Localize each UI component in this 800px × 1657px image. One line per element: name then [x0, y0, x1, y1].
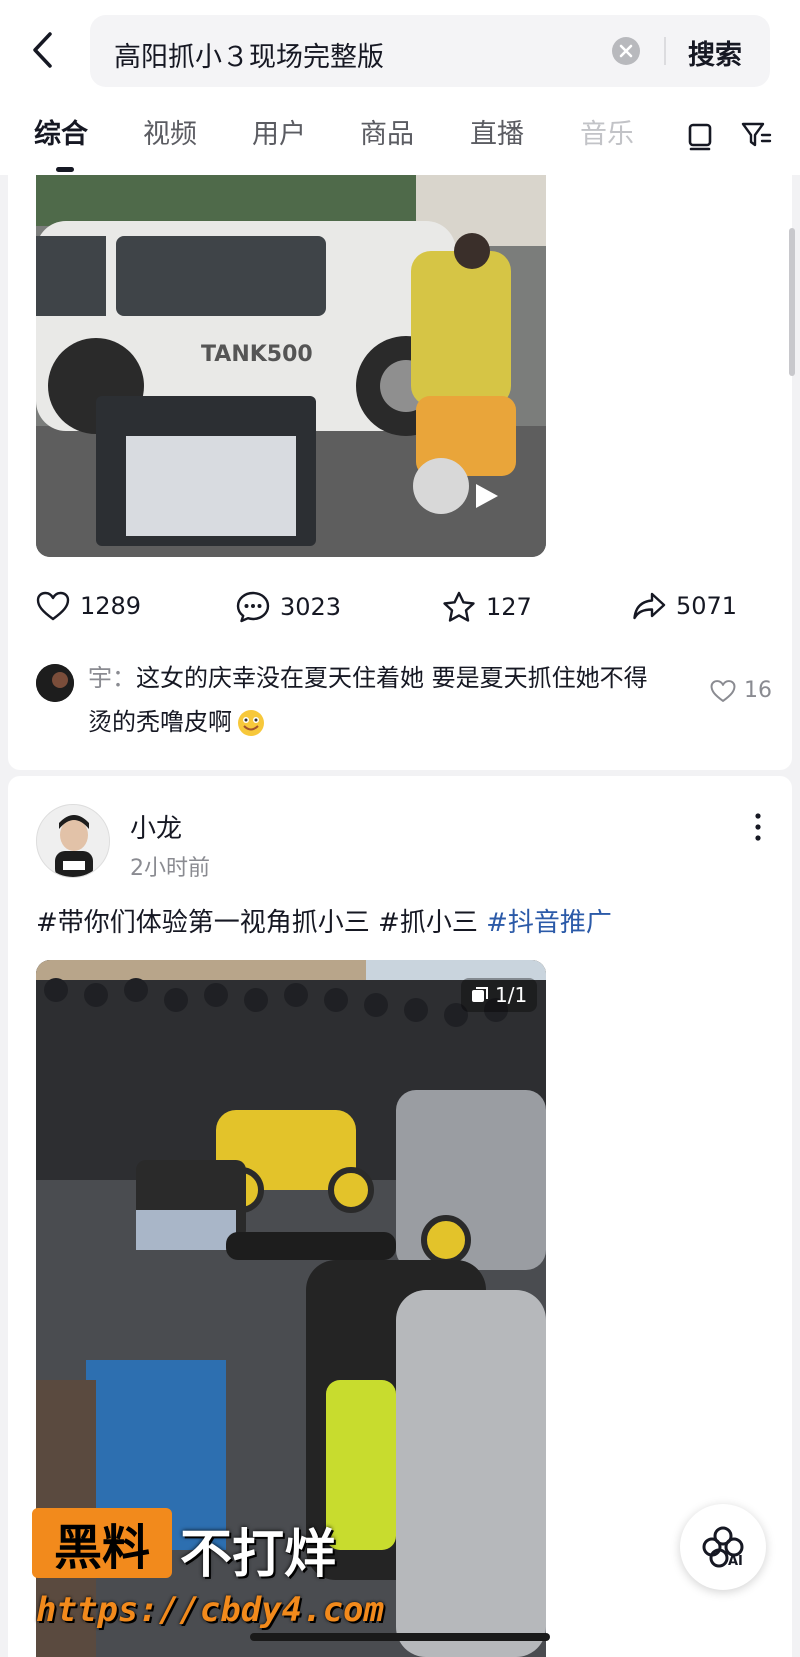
- tab-users[interactable]: 用户: [252, 112, 306, 151]
- back-button[interactable]: [22, 28, 62, 72]
- favorite-button[interactable]: 127: [442, 591, 532, 623]
- comment-bubble-icon: [236, 591, 270, 623]
- active-tab-indicator: [56, 167, 74, 172]
- top-comment[interactable]: 宇：这女的庆幸没在夏天住着她 要是夏天抓住她不得烫的秃噜皮啊 16: [36, 654, 776, 744]
- comment-content: 这女的庆幸没在夏天住着她 要是夏天抓住她不得烫的秃噜皮啊: [88, 664, 648, 736]
- filter-button[interactable]: [740, 118, 772, 152]
- search-button[interactable]: 搜索: [688, 33, 742, 72]
- heart-icon: [710, 679, 736, 702]
- search-divider: [664, 37, 666, 65]
- tab-products[interactable]: 商品: [360, 112, 414, 151]
- clear-search-button[interactable]: [612, 37, 640, 65]
- search-header: 高阳抓小３现场完整版 搜索 综合 视频 用户 商品 直播 音乐: [0, 0, 800, 175]
- category-tabs: 综合 视频 用户 商品 直播 音乐: [0, 112, 800, 162]
- ai-flower-icon: AI: [702, 1526, 744, 1569]
- comment-count: 3023: [280, 593, 342, 621]
- watermark-badge: 黑料: [32, 1508, 172, 1578]
- watermark-url: https://cbdy4.com: [36, 1590, 384, 1630]
- author-avatar[interactable]: [36, 804, 110, 878]
- watermark: 黑料 不打烊 https://cbdy4.com: [32, 1508, 432, 1648]
- scrollbar[interactable]: [789, 228, 795, 376]
- promo-hashtag-link[interactable]: #抖音推广: [486, 908, 612, 938]
- comment-like-button[interactable]: 16: [710, 678, 772, 703]
- more-vertical-icon: [755, 813, 761, 841]
- search-input[interactable]: 高阳抓小３现场完整版: [114, 35, 384, 74]
- heart-icon: [36, 591, 70, 621]
- author-name[interactable]: 小龙: [130, 808, 182, 845]
- grin-emoji-icon: [238, 710, 264, 736]
- tab-video[interactable]: 视频: [143, 112, 197, 151]
- tab-music[interactable]: 音乐: [580, 112, 634, 151]
- share-button[interactable]: 5071: [632, 591, 737, 621]
- comment-button[interactable]: 3023: [236, 591, 341, 623]
- watermark-title: 不打烊: [180, 1525, 337, 1585]
- avatar-image: [36, 664, 74, 702]
- post-card: TANK500 1289 3023 127 5071 宇：这女的庆幸没在夏天住着…: [8, 166, 792, 770]
- filter-icon: [741, 122, 772, 147]
- like-button[interactable]: 1289: [36, 591, 141, 621]
- tab-live[interactable]: 直播: [470, 112, 524, 151]
- favorite-count: 127: [486, 593, 532, 621]
- tab-overall[interactable]: 综合: [34, 112, 88, 151]
- commenter-name: 宇：: [88, 664, 136, 692]
- post-image[interactable]: TANK500: [36, 166, 546, 557]
- street-scene-illustration: TANK500: [36, 166, 546, 557]
- search-box[interactable]: 高阳抓小３现场完整版 搜索: [90, 15, 770, 87]
- post-time: 2小时前: [130, 856, 210, 881]
- layout-toggle-button[interactable]: [684, 118, 716, 152]
- share-count: 5071: [676, 592, 738, 620]
- chevron-left-icon: [33, 32, 52, 68]
- ai-assistant-button[interactable]: AI: [680, 1504, 766, 1590]
- comment-body: 宇：这女的庆幸没在夏天住着她 要是夏天抓住她不得烫的秃噜皮啊: [88, 656, 668, 744]
- post-actions: 1289 3023 127 5071: [36, 591, 776, 631]
- post-hashtags[interactable]: #带你们体验第一视角抓小三 #抓小三: [36, 908, 486, 938]
- single-column-icon: [688, 123, 712, 151]
- more-options-button[interactable]: [748, 810, 768, 844]
- star-icon: [443, 591, 475, 622]
- commenter-avatar[interactable]: [36, 664, 74, 702]
- gallery-icon: [472, 987, 488, 1002]
- share-arrow-icon: [633, 592, 666, 620]
- like-count: 1289: [80, 592, 142, 620]
- close-icon: [619, 44, 633, 58]
- svg-text:TANK500: TANK500: [201, 342, 313, 367]
- image-count: 1/1: [495, 983, 528, 1007]
- comment-like-count: 16: [744, 678, 772, 703]
- avatar-image: [37, 805, 109, 877]
- home-indicator: [250, 1633, 550, 1641]
- post-caption: #带你们体验第一视角抓小三 #抓小三 #抖音推广: [36, 902, 612, 939]
- svg-text:AI: AI: [728, 1554, 743, 1569]
- image-count-badge: 1/1: [461, 978, 538, 1012]
